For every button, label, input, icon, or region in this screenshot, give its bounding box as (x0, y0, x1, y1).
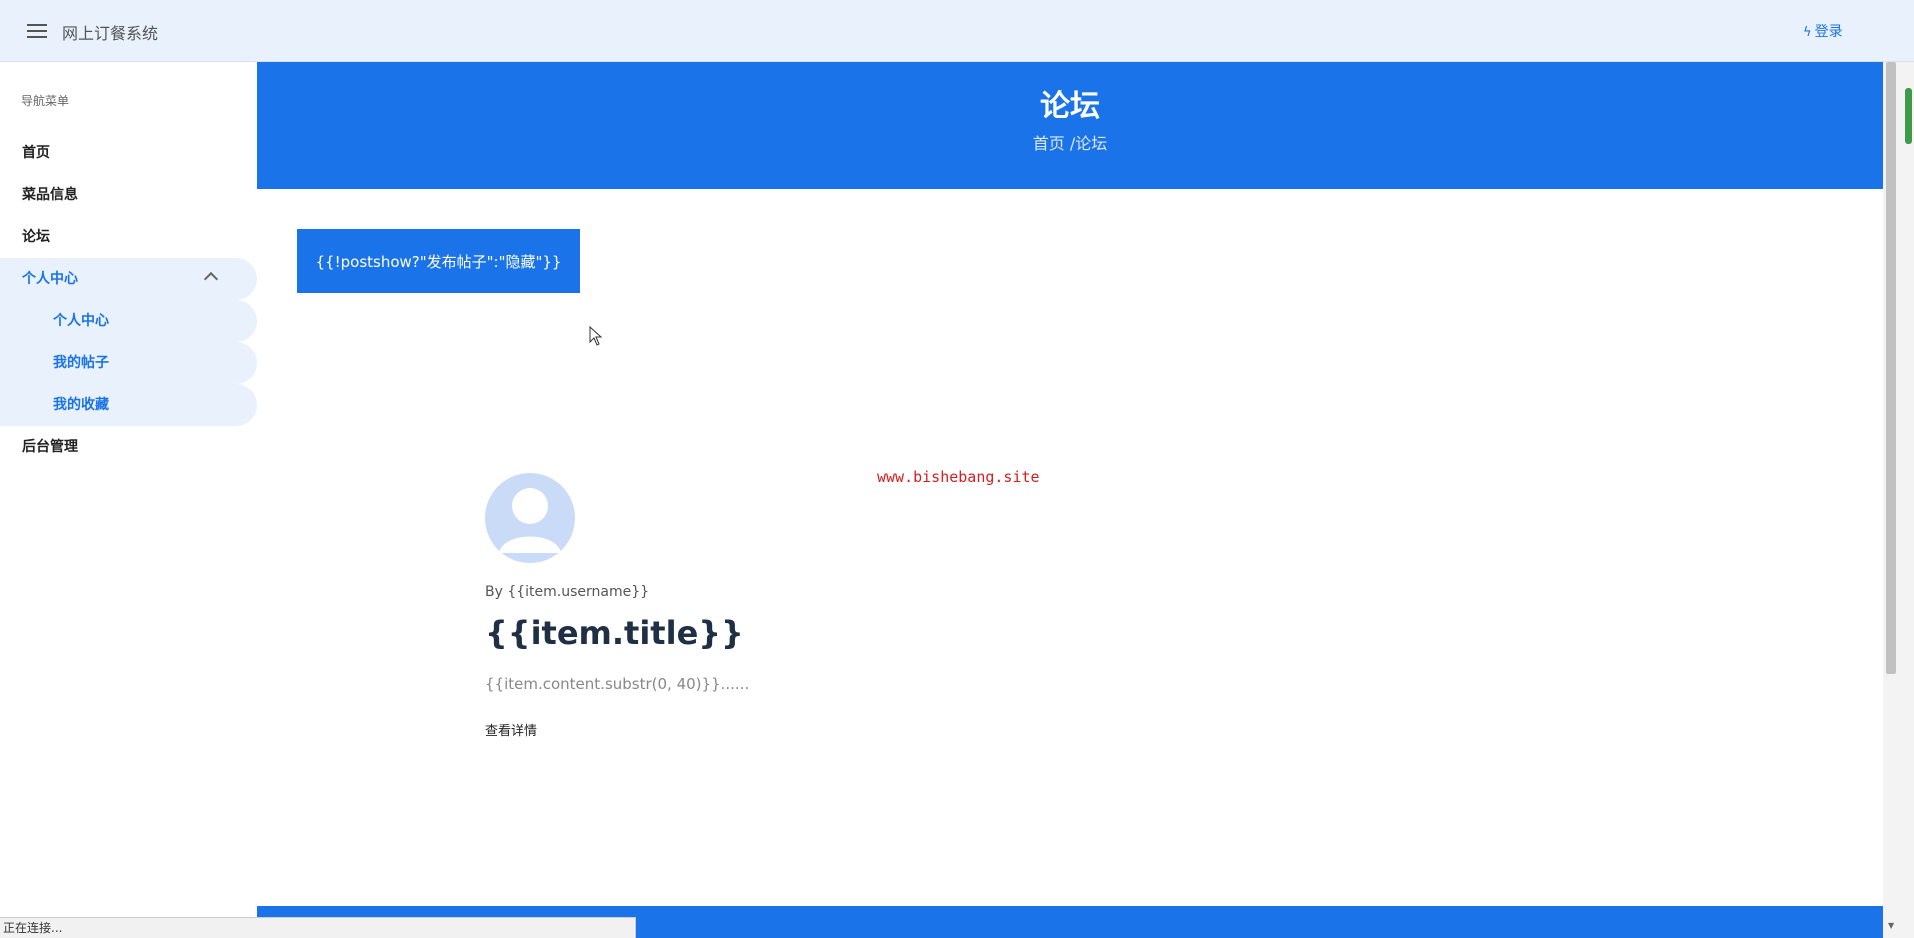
sidebar: 导航菜单 首页 菜品信息 论坛 个人中心 个人中心 我的帖子 我的收藏 后台管理 (0, 62, 257, 912)
page-title: 论坛 (1040, 89, 1100, 124)
post-author: By {{item.username}} (485, 584, 650, 600)
bolt-icon: ϟ (1803, 25, 1812, 40)
sidebar-subitem-my-favorites[interactable]: 我的收藏 (0, 384, 257, 426)
post-title[interactable]: {{item.title}} (485, 614, 744, 652)
post-excerpt: {{item.content.substr(0, 40)}}...... (485, 675, 750, 693)
sidebar-item-personal-center[interactable]: 个人中心 (0, 258, 257, 300)
sidebar-subitem-my-posts[interactable]: 我的帖子 (0, 342, 257, 384)
nav-header: 导航菜单 (21, 94, 70, 108)
scroll-down-arrow-icon[interactable]: ▼ (1888, 921, 1894, 930)
login-button[interactable]: ϟ 登录 (1803, 21, 1843, 41)
sidebar-item-forum[interactable]: 论坛 (0, 216, 257, 258)
hamburger-menu-icon[interactable] (27, 24, 47, 40)
post-toggle-button[interactable]: {{!postshow?"发布帖子":"隐藏"}} (297, 229, 580, 293)
user-avatar-icon (485, 473, 575, 563)
top-bar: 网上订餐系统 ϟ 登录 (0, 0, 1914, 62)
breadcrumb[interactable]: 首页 /论坛 (257, 130, 1883, 154)
browser-status-bar: 正在连接... (0, 917, 636, 938)
mouse-cursor-icon (589, 326, 603, 346)
scrollbar-thumb[interactable] (1886, 62, 1896, 674)
chevron-up-icon (203, 271, 219, 287)
login-label: 登录 (1814, 24, 1843, 40)
sidebar-item-dishes[interactable]: 菜品信息 (0, 174, 257, 216)
view-details-link[interactable]: 查看详情 (485, 720, 537, 739)
page-header-banner: 论坛 首页 /论坛 (257, 62, 1883, 189)
app-title: 网上订餐系统 (62, 24, 159, 43)
sidebar-item-admin[interactable]: 后台管理 (0, 426, 257, 468)
sidebar-item-home[interactable]: 首页 (0, 132, 257, 174)
watermark: www.bishebang.site (877, 468, 1040, 486)
browser-scroll-indicator (1905, 88, 1912, 144)
sidebar-item-label: 个人中心 (22, 271, 78, 287)
sidebar-subitem-personal-center[interactable]: 个人中心 (0, 300, 257, 342)
page-scrollbar[interactable]: ▼ (1883, 62, 1914, 938)
